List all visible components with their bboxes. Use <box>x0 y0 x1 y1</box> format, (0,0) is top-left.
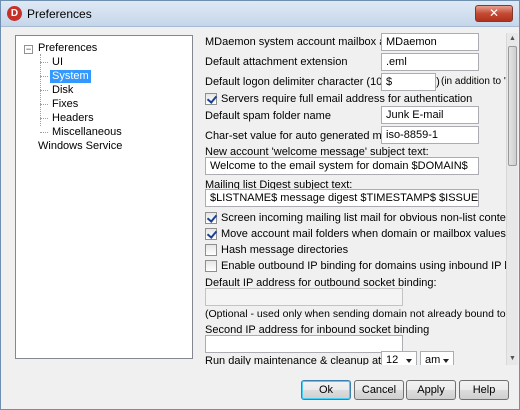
window-title: Preferences <box>27 7 92 21</box>
tree-item-ui[interactable]: UI <box>52 56 63 69</box>
digest-subject-field[interactable]: $LISTNAME$ message digest $TIMESTAMP$ $I… <box>205 189 479 207</box>
checkbox-checked-icon <box>205 93 217 105</box>
tree-item-windows-service[interactable]: Windows Service <box>38 140 122 153</box>
maintenance-hour-select[interactable]: 12 <box>381 351 417 365</box>
title-bar: D Preferences ✕ <box>1 1 519 27</box>
charset-field[interactable]: iso-8859-1 <box>381 126 479 144</box>
move-folders-label: Move account mail folders when domain or… <box>221 228 506 240</box>
app-icon: D <box>7 6 22 21</box>
spam-folder-label: Default spam folder name <box>205 110 331 122</box>
scroll-thumb[interactable] <box>508 46 517 166</box>
maintenance-ampm-select[interactable]: am <box>420 351 454 365</box>
alias-field[interactable]: MDaemon <box>381 33 479 51</box>
checkbox-checked-icon <box>205 212 217 224</box>
outbound-binding-checkbox[interactable]: Enable outbound IP binding for domains u… <box>205 260 506 272</box>
collapse-icon[interactable]: − <box>24 45 33 54</box>
cancel-button[interactable]: Cancel <box>354 380 404 400</box>
alias-label: MDaemon system account mailbox alias <box>205 36 402 48</box>
hash-dirs-label: Hash message directories <box>221 244 349 256</box>
tree-connector <box>40 90 48 91</box>
full-email-label: Servers require full email address for a… <box>221 93 473 105</box>
tree-connector <box>40 76 48 77</box>
ok-button[interactable]: Ok <box>301 380 351 400</box>
outbound-binding-label: Enable outbound IP binding for domains u… <box>221 260 506 272</box>
spam-folder-field[interactable]: Junk E-mail <box>381 106 479 124</box>
dropdown-arrow-icon <box>406 359 412 363</box>
scroll-down-icon[interactable]: ▼ <box>507 353 518 365</box>
dropdown-arrow-icon <box>443 359 449 363</box>
screen-mail-label: Screen incoming mailing list mail for ob… <box>221 212 506 224</box>
tree-connector <box>40 104 48 105</box>
checkbox-unchecked-icon <box>205 244 217 256</box>
second-ip-field[interactable] <box>205 335 403 353</box>
tree-item-headers[interactable]: Headers <box>52 112 94 125</box>
screen-mail-checkbox[interactable]: Screen incoming mailing list mail for ob… <box>205 212 506 224</box>
close-button[interactable]: ✕ <box>475 5 513 22</box>
maintenance-label: Run daily maintenance & cleanup at <box>205 355 382 365</box>
tree-connector <box>40 132 48 133</box>
scroll-up-icon[interactable]: ▲ <box>507 33 518 45</box>
maintenance-ampm-value: am <box>425 354 441 365</box>
logon-delimiter-note: (in addition to '@') <box>441 76 506 87</box>
help-button[interactable]: Help <box>459 380 509 400</box>
move-folders-checkbox[interactable]: Move account mail folders when domain or… <box>205 228 506 240</box>
tree-connector <box>40 62 48 63</box>
attachment-ext-label: Default attachment extension <box>205 56 348 68</box>
vertical-scrollbar[interactable]: ▲ ▼ <box>506 33 518 365</box>
system-settings-panel: MDaemon system account mailbox alias MDa… <box>201 33 506 365</box>
full-email-checkbox[interactable]: Servers require full email address for a… <box>205 93 472 105</box>
tree-item-preferences[interactable]: Preferences <box>38 42 97 55</box>
default-ip-field[interactable] <box>205 288 403 306</box>
maintenance-hour-value: 12 <box>386 354 399 365</box>
tree-item-system[interactable]: System <box>50 70 91 83</box>
logon-delimiter-field[interactable]: $ <box>381 73 436 91</box>
default-ip-note: (Optional - used only when sending domai… <box>205 308 506 320</box>
tree-item-miscellaneous[interactable]: Miscellaneous <box>52 126 122 139</box>
tree-connector <box>40 118 48 119</box>
attachment-ext-field[interactable]: .eml <box>381 53 479 71</box>
checkbox-checked-icon <box>205 228 217 240</box>
tree-item-disk[interactable]: Disk <box>52 84 73 97</box>
preferences-tree: − Preferences UI System Disk Fixes Heade… <box>15 35 193 359</box>
preferences-window: D Preferences ✕ − Preferences UI System … <box>0 0 520 410</box>
welcome-subject-field[interactable]: Welcome to the email system for domain $… <box>205 157 479 175</box>
tree-item-fixes[interactable]: Fixes <box>52 98 78 111</box>
hash-dirs-checkbox[interactable]: Hash message directories <box>205 244 348 256</box>
apply-button[interactable]: Apply <box>406 380 456 400</box>
checkbox-unchecked-icon <box>205 260 217 272</box>
